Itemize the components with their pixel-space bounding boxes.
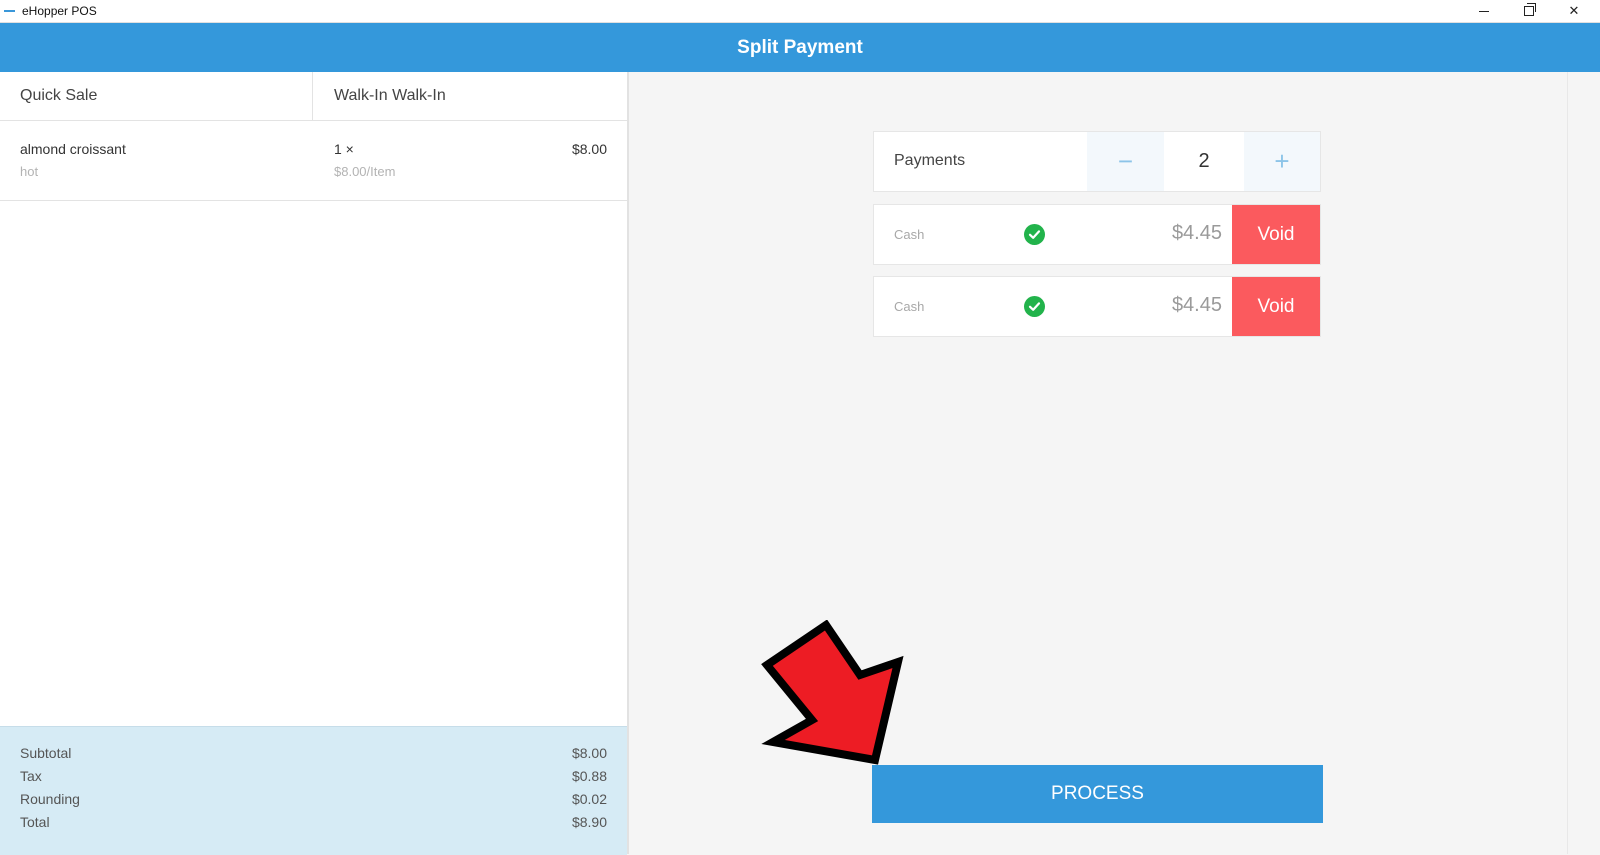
subtotal-label: Subtotal <box>20 745 72 761</box>
payment-amount: $4.45 <box>1171 294 1222 316</box>
window-title: eHopper POS <box>22 4 97 18</box>
void-button[interactable]: Void <box>1232 205 1320 264</box>
item-price: $8.00 <box>571 141 607 157</box>
subtotal-value: $8.00 <box>571 745 607 761</box>
tax-value: $0.88 <box>571 768 607 784</box>
item-quantity: 1 × <box>334 141 354 157</box>
restore-icon[interactable] <box>1507 0 1551 22</box>
minus-icon: − <box>1117 146 1134 176</box>
process-label: PROCESS <box>1051 783 1144 804</box>
item-unit-price: $8.00/Item <box>334 164 396 179</box>
check-circle-icon <box>1024 224 1045 245</box>
sale-type-label: Quick Sale <box>20 87 98 104</box>
payments-count-value: 2 <box>1198 150 1210 172</box>
tax-row: Tax $0.88 <box>20 768 607 788</box>
plus-icon: + <box>1274 146 1290 176</box>
payment-method: Cash <box>894 227 925 242</box>
payment-method: Cash <box>894 299 925 314</box>
item-name: almond croissant <box>20 141 126 157</box>
window-titlebar: eHopper POS ✕ <box>0 0 1600 23</box>
close-icon[interactable]: ✕ <box>1552 0 1596 22</box>
customer-label: Walk-In Walk-In <box>334 87 446 104</box>
tax-label: Tax <box>20 768 42 784</box>
order-panel: Quick Sale Walk-In Walk-In almond croiss… <box>0 72 629 855</box>
increase-payments-button[interactable]: + <box>1244 132 1320 191</box>
order-header: Quick Sale Walk-In Walk-In <box>0 72 627 121</box>
payment-line: Cash $4.45 Void <box>873 204 1321 265</box>
list-item[interactable]: almond croissant hot 1 × $8.00/Item $8.0… <box>0 121 627 201</box>
total-value: $8.90 <box>571 814 607 830</box>
void-button[interactable]: Void <box>1232 277 1320 336</box>
page-header: Split Payment <box>0 23 1600 72</box>
payments-count-box: Payments − 2 + <box>873 131 1321 192</box>
totals-section: Subtotal $8.00 Tax $0.88 Rounding $0.02 … <box>0 726 627 855</box>
void-label: Void <box>1257 295 1295 317</box>
payment-amount: $4.45 <box>1171 222 1222 244</box>
total-row: Total $8.90 <box>20 814 607 834</box>
payments-label: Payments <box>894 152 966 169</box>
customer-button[interactable]: Walk-In Walk-In <box>314 72 627 120</box>
subtotal-row: Subtotal $8.00 <box>20 745 607 765</box>
red-arrow-icon <box>761 620 904 765</box>
minimize-icon[interactable] <box>1462 0 1506 22</box>
payment-line: Cash $4.45 Void <box>873 276 1321 337</box>
process-button[interactable]: PROCESS <box>872 765 1323 823</box>
right-edge-divider <box>1567 72 1568 854</box>
total-label: Total <box>20 814 50 830</box>
page-title: Split Payment <box>737 36 863 58</box>
rounding-value: $0.02 <box>571 791 607 807</box>
sale-type-button[interactable]: Quick Sale <box>0 72 313 120</box>
item-modifier: hot <box>20 164 39 179</box>
check-circle-icon <box>1024 296 1045 317</box>
decrease-payments-button[interactable]: − <box>1087 132 1164 191</box>
rounding-label: Rounding <box>20 791 80 807</box>
void-label: Void <box>1257 223 1295 245</box>
app-logo-icon <box>4 10 15 12</box>
rounding-row: Rounding $0.02 <box>20 791 607 811</box>
